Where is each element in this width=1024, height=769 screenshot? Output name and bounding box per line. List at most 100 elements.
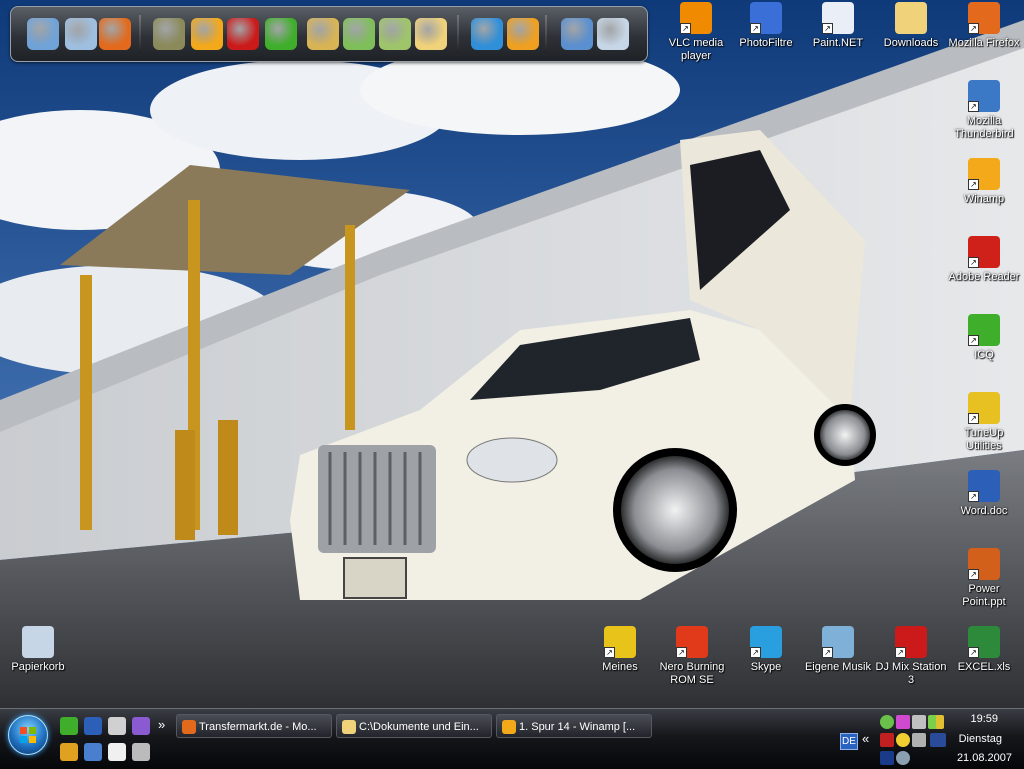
tray-shield-icon[interactable] — [896, 751, 910, 765]
shortcut-arrow-icon: ↗ — [968, 647, 979, 658]
icq-flower-icon: ↗ — [968, 314, 1000, 346]
shortcut-arrow-icon: ↗ — [968, 413, 979, 424]
dock-recycle-bin-icon[interactable] — [597, 18, 629, 50]
desktop-icon-photofiltre[interactable]: ↗ PhotoFiltre — [728, 2, 804, 50]
paintnet-icon: ↗ — [822, 2, 854, 34]
quick-launch-terminal-icon[interactable] — [108, 717, 126, 735]
desktop-icon-nero[interactable]: ↗ Nero Burning ROM SE — [654, 626, 730, 687]
powerpoint-icon: ↗ — [968, 548, 1000, 580]
desktop-icon-thunderbird[interactable]: ↗ Mozilla Thunderbird — [946, 80, 1022, 141]
desktop-icon-adobe[interactable]: ↗ Adobe Reader — [946, 236, 1022, 284]
tray-security-icon[interactable] — [880, 733, 894, 747]
desktop-icon-firefox[interactable]: ↗ Mozilla Firefox — [946, 2, 1022, 50]
desktop-icon-label: Papierkorb — [11, 661, 65, 673]
tray-network-icon[interactable] — [912, 715, 926, 729]
desktop-icon-excel[interactable]: ↗ EXCEL.xls — [946, 626, 1022, 674]
shortcut-arrow-icon: ↗ — [680, 23, 691, 34]
taskbar-window-button[interactable]: C:\Dokumente und Ein... — [336, 714, 492, 738]
clock-date: 21.08.2007 — [956, 752, 1012, 764]
tray-signal-icon[interactable] — [936, 715, 944, 729]
winamp-icon — [502, 720, 516, 734]
language-indicator[interactable]: DE — [840, 733, 858, 750]
desktop-icon-label: TuneUp Utilities — [964, 427, 1004, 452]
desktop-icon-recycle[interactable]: Papierkorb — [0, 626, 76, 674]
desktop-icon-label: Eigene Musik — [804, 661, 872, 673]
shortcut-arrow-icon: ↗ — [895, 647, 906, 658]
desktop-icon-icq[interactable]: ↗ ICQ — [946, 314, 1022, 362]
tray-smiley-icon[interactable] — [896, 733, 910, 747]
desktop-icon-word[interactable]: ↗ Word.doc — [946, 470, 1022, 518]
desktop-icon-label: Mozilla Firefox — [948, 37, 1020, 49]
dock-media-player-icon[interactable] — [507, 18, 539, 50]
desktop-icon-label: Meines — [602, 661, 638, 673]
start-button[interactable] — [8, 715, 48, 755]
taskbar-window-label: Transfermarkt.de - Mo... — [199, 721, 317, 733]
dock-firefox-icon[interactable] — [99, 18, 131, 50]
taskbar-window-label: C:\Dokumente und Ein... — [359, 721, 479, 733]
tray-3d-icon[interactable] — [930, 733, 946, 747]
word-doc-icon: ↗ — [968, 470, 1000, 502]
quick-launch-desktop-icon[interactable] — [84, 743, 102, 761]
desktop-icon-label: ICQ — [974, 349, 994, 361]
dock-gears-icon[interactable] — [561, 18, 593, 50]
tray-display-icon[interactable] — [880, 751, 894, 765]
dock-documents-folder-icon[interactable] — [379, 18, 411, 50]
desktop-icon-label: Winamp — [963, 193, 1005, 205]
quick-launch-icq-flower-icon[interactable] — [60, 717, 78, 735]
dock-computer-icon[interactable] — [27, 18, 59, 50]
quick-launch-media-player-icon[interactable] — [108, 743, 126, 761]
winamp-icon: ↗ — [968, 158, 1000, 190]
dock-folder-icon[interactable] — [415, 18, 447, 50]
desktop-icon-meines[interactable]: ↗ Meines — [582, 626, 658, 674]
skype-icon: ↗ — [750, 626, 782, 658]
dock-battlefield-icon[interactable] — [153, 18, 185, 50]
shortcut-arrow-icon: ↗ — [968, 569, 979, 580]
clock-time[interactable]: 19:59 — [970, 713, 998, 725]
quick-launch-overflow-button[interactable]: » — [158, 717, 165, 732]
desktop-icon-skype[interactable]: ↗ Skype — [728, 626, 804, 674]
dock-winamp-icon[interactable] — [191, 18, 223, 50]
shortcut-arrow-icon: ↗ — [968, 23, 979, 34]
desktop-icon-label: PhotoFiltre — [739, 37, 793, 49]
desktop-icon-label: Nero Burning ROM SE — [659, 661, 725, 686]
dock-library-icon[interactable] — [307, 18, 339, 50]
firefox-icon: ↗ — [968, 2, 1000, 34]
desktop-icon-label: Downloads — [883, 37, 939, 49]
quick-launch-stack-icon[interactable] — [132, 743, 150, 761]
taskbar: » Transfermarkt.de - Mo... C:\Dokumente u… — [0, 708, 1024, 769]
desktop-icon-label: EXCEL.xls — [957, 661, 1011, 673]
shortcut-arrow-icon: ↗ — [968, 179, 979, 190]
tray-expand-button[interactable]: « — [862, 731, 869, 746]
taskbar-window-button[interactable]: 1. Spur 14 - Winamp [... — [496, 714, 652, 738]
desktop-icon-vlc[interactable]: ↗ VLC media player — [658, 2, 734, 63]
dock-globe-icon[interactable] — [471, 18, 503, 50]
tray-clock-icon[interactable] — [880, 715, 894, 729]
quick-launch-shield-icon[interactable] — [132, 717, 150, 735]
desktop-icon-downloads[interactable]: Downloads — [873, 2, 949, 50]
thunderbird-icon: ↗ — [968, 80, 1000, 112]
recycle-bin-icon — [22, 626, 54, 658]
desktop-icon-tuneup[interactable]: ↗ TuneUp Utilities — [946, 392, 1022, 453]
taskbar-window-button[interactable]: Transfermarkt.de - Mo... — [176, 714, 332, 738]
desktop-icon-powerpoint[interactable]: ↗ Power Point.ppt — [946, 548, 1022, 609]
desktop-icon-djmix[interactable]: ↗ DJ Mix Station 3 — [873, 626, 949, 687]
folder-icon — [342, 720, 356, 734]
desktop-wallpaper — [0, 0, 1024, 708]
desktop-icon-winamp[interactable]: ↗ Winamp — [946, 158, 1022, 206]
dock-network-icon[interactable] — [65, 18, 97, 50]
desktop-icon-paintnet[interactable]: ↗ Paint.NET — [800, 2, 876, 50]
desktop-icon-label: Mozilla Thunderbird — [954, 115, 1014, 140]
shortcut-arrow-icon: ↗ — [750, 23, 761, 34]
tuneup-icon: ↗ — [968, 392, 1000, 424]
dock-separator — [457, 15, 459, 53]
dock-pictures-folder-icon[interactable] — [343, 18, 375, 50]
excel-icon: ↗ — [968, 626, 1000, 658]
tray-music-icon[interactable] — [896, 715, 910, 729]
dock-icq-flower-icon[interactable] — [265, 18, 297, 50]
system-tray: DE « 19:59 Dienstag 21.08.2007 — [836, 709, 1024, 769]
desktop-icon-music[interactable]: ↗ Eigene Musik — [800, 626, 876, 674]
quick-launch-word-icon[interactable] — [84, 717, 102, 735]
tray-disk-icon[interactable] — [912, 733, 926, 747]
dock-djmix-icon[interactable] — [227, 18, 259, 50]
quick-launch-colorful-app-icon[interactable] — [60, 743, 78, 761]
